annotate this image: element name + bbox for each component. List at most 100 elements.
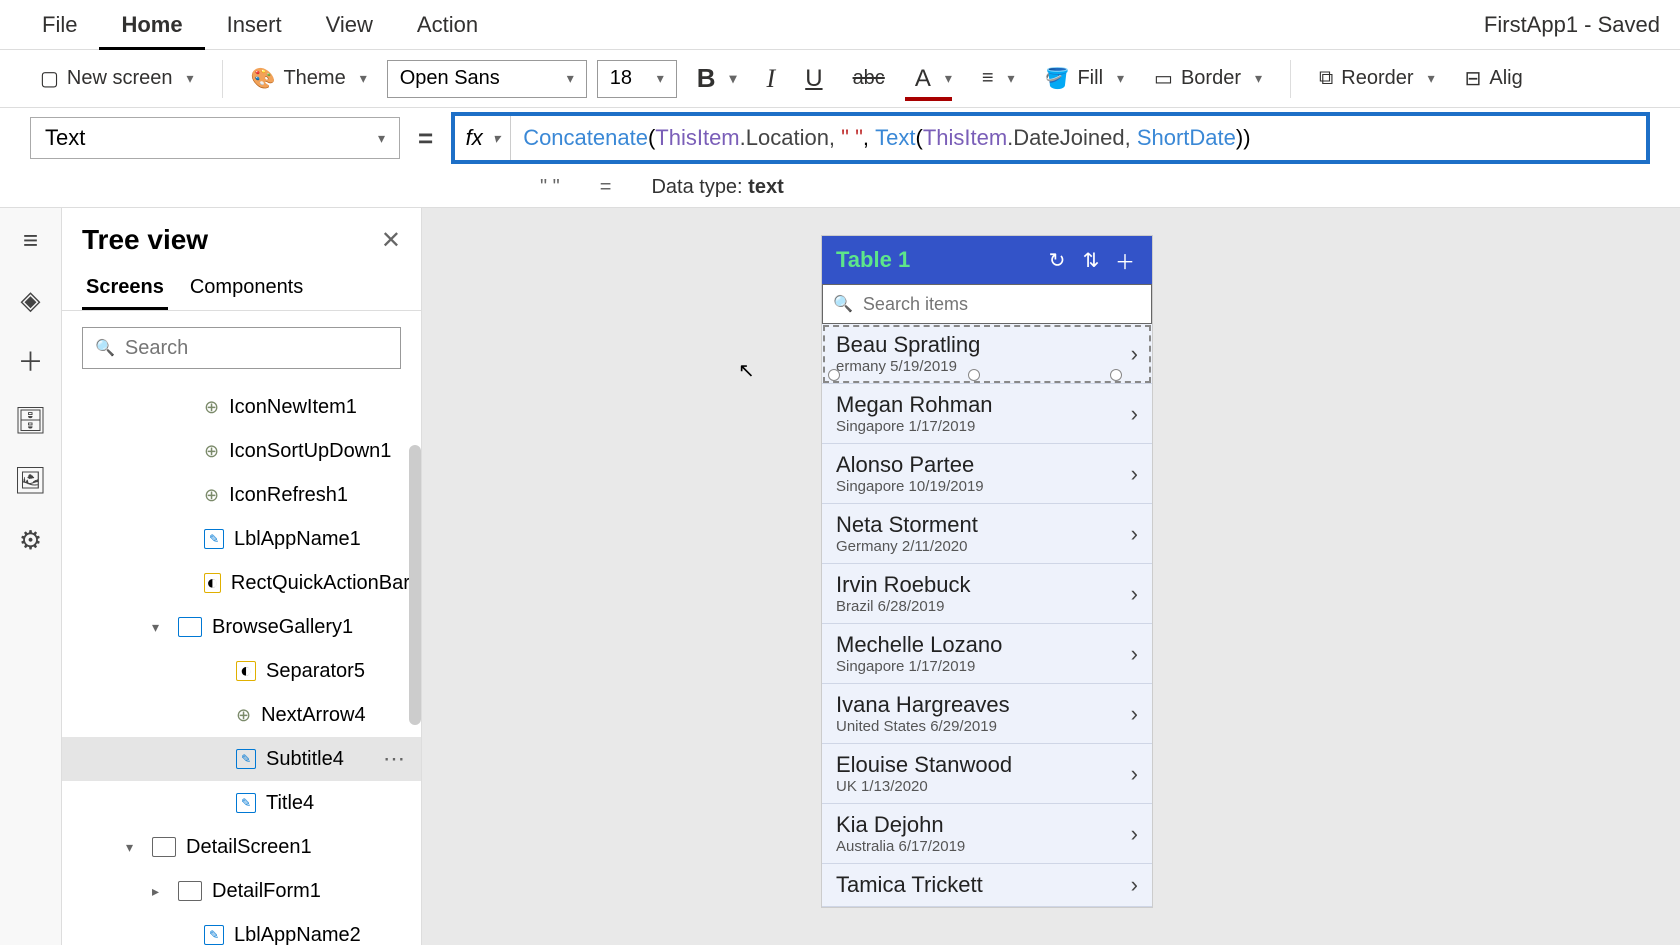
gallery-item[interactable]: Elouise StanwoodUK 1/13/2020› [822,744,1152,804]
fx-button[interactable]: fx ▾ [455,116,511,160]
tab-home[interactable]: Home [99,0,204,50]
property-select[interactable]: Text ▾ [30,117,400,159]
gallery-item[interactable]: Tamica Trickett› [822,864,1152,907]
gallery-item[interactable]: Kia DejohnAustralia 6/17/2019› [822,804,1152,864]
tab-components[interactable]: Components [186,268,307,310]
fill-button[interactable]: 🪣 Fill ▾ [1035,60,1134,97]
gallery-item[interactable]: Irvin RoebuckBrazil 6/28/2019› [822,564,1152,624]
gallery-item[interactable]: Beau Spratlingermany 5/19/2019› [822,324,1152,384]
tree-item[interactable]: ✎LblAppName1 [62,517,421,561]
tree-item-label: Subtitle4 [266,748,344,771]
chevron-right-icon[interactable]: › [1131,761,1138,787]
resize-handle[interactable] [1110,369,1122,381]
tree-item[interactable]: ✎Subtitle4⋯ [62,737,421,781]
search-icon: 🔍 [833,294,853,314]
gallery-item[interactable]: Alonso ParteeSingapore 10/19/2019› [822,444,1152,504]
tab-insert[interactable]: Insert [205,0,304,50]
tree-item[interactable]: ✎LblAppName2 [62,913,421,945]
media-icon[interactable]: 🖼 [17,466,45,494]
strikethrough-button[interactable]: abc [843,61,895,96]
tree-item[interactable]: ⊕IconNewItem1 [62,385,421,429]
hamburger-icon[interactable]: ≡ [17,226,45,254]
align-button[interactable]: ≡▾ [972,61,1025,96]
browse-gallery: Beau Spratlingermany 5/19/2019›Megan Roh… [822,324,1152,907]
chevron-down-icon: ▾ [567,70,574,87]
font-size-select[interactable]: 18 ▾ [597,60,677,98]
advanced-icon[interactable]: ⚙ [17,526,45,554]
tree-item[interactable]: ✎Title4 [62,781,421,825]
scrollbar-thumb[interactable] [409,445,421,725]
item-subtitle: Singapore 1/17/2019 [836,418,1131,435]
tab-file[interactable]: File [20,0,99,50]
tree-item[interactable]: ▾BrowseGallery1 [62,605,421,649]
tree-item[interactable]: ◐Separator5 [62,649,421,693]
data-icon[interactable]: 🗄 [17,406,45,434]
datatype-equals: = [600,176,612,199]
tree-item-label: LblAppName1 [234,528,361,551]
chevron-down-icon[interactable]: ▾ [126,839,142,856]
chevron-down-icon: ▾ [360,70,367,87]
chevron-right-icon[interactable]: › [1131,461,1138,487]
chevron-down-icon: ▾ [945,70,952,87]
gallery-item[interactable]: Ivana HargreavesUnited States 6/29/2019› [822,684,1152,744]
formula-input[interactable]: Concatenate(ThisItem.Location, " ", Text… [511,116,1646,160]
tab-screens[interactable]: Screens [82,268,168,310]
chevron-right-icon[interactable]: › [1131,701,1138,727]
tree-search-input[interactable] [125,337,390,360]
align-label: Alig [1489,67,1522,90]
border-button[interactable]: ▭ Border ▾ [1144,60,1272,97]
bold-button[interactable]: B▾ [687,57,747,100]
close-icon[interactable]: ✕ [381,226,401,255]
chevron-right-icon[interactable]: › [1131,521,1138,547]
gallery-item[interactable]: Megan RohmanSingapore 1/17/2019› [822,384,1152,444]
gallery-item[interactable]: Neta StormentGermany 2/11/2020› [822,504,1152,564]
tree-list: ⊕IconNewItem1⊕IconSortUpDown1⊕IconRefres… [62,385,421,945]
new-screen-button[interactable]: ▢ New screen ▾ [30,60,204,97]
tree-search[interactable]: 🔍 [82,327,401,369]
scrollbar[interactable] [409,385,421,765]
chevron-right-icon[interactable]: › [1131,641,1138,667]
tree-item[interactable]: ⊕NextArrow4 [62,693,421,737]
theme-button[interactable]: 🎨 Theme ▾ [241,60,377,97]
tree-item[interactable]: ▾DetailScreen1 [62,825,421,869]
new-screen-icon: ▢ [40,66,59,91]
font-color-button[interactable]: A▾ [905,59,962,99]
gallery-item[interactable]: Mechelle LozanoSingapore 1/17/2019› [822,624,1152,684]
align-button-2[interactable]: ⊟ Alig [1455,60,1533,97]
sort-icon[interactable]: ⇅ [1078,248,1104,273]
chevron-right-icon[interactable]: › [1131,872,1138,898]
app-search-input[interactable] [863,294,1141,315]
app-search[interactable]: 🔍 [822,284,1152,324]
chevron-down-icon[interactable]: ▾ [152,619,168,636]
tree-item[interactable]: ⊕IconRefresh1 [62,473,421,517]
font-select[interactable]: Open Sans ▾ [387,60,587,98]
item-subtitle: Singapore 1/17/2019 [836,658,1131,675]
chevron-right-icon[interactable]: › [1131,821,1138,847]
tab-action[interactable]: Action [395,0,500,50]
chevron-right-icon[interactable]: › [1131,401,1138,427]
italic-button[interactable]: I [757,58,786,100]
tree-item[interactable]: ▸DetailForm1 [62,869,421,913]
resize-handle[interactable] [968,369,980,381]
item-info: Tamica Trickett [836,872,1131,898]
tree-title: Tree view [82,224,208,256]
more-icon[interactable]: ⋯ [383,746,405,772]
add-icon[interactable]: ＋ [1112,246,1138,275]
tab-view[interactable]: View [304,0,395,50]
underline-button[interactable]: U [795,59,832,99]
resize-handle[interactable] [828,369,840,381]
refresh-icon[interactable]: ↻ [1044,248,1070,273]
tree-view-icon[interactable]: ◈ [17,286,45,314]
control-icon: ⊕ [236,705,251,726]
tree-item[interactable]: ◐RectQuickActionBar1 [62,561,421,605]
chevron-right-icon[interactable]: ▸ [152,883,168,900]
tree-item[interactable]: ⊕IconSortUpDown1 [62,429,421,473]
reorder-label: Reorder [1341,67,1413,90]
chevron-right-icon[interactable]: › [1131,581,1138,607]
chevron-right-icon[interactable]: › [1131,341,1138,367]
canvas[interactable]: ↖ Table 1 ↻ ⇅ ＋ 🔍 Beau Spratlingermany 5… [422,208,1680,945]
reorder-button[interactable]: ⧉ Reorder ▾ [1309,61,1445,96]
item-title: Irvin Roebuck [836,572,1131,598]
theme-label: Theme [283,67,345,90]
insert-icon[interactable]: ＋ [17,346,45,374]
